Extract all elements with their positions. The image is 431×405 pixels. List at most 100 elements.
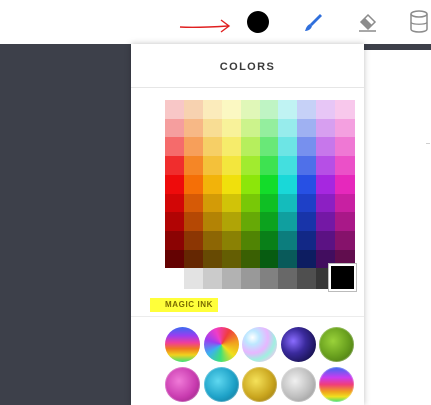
selected-color-swatch[interactable] — [329, 264, 356, 291]
color-swatch[interactable] — [202, 137, 223, 157]
color-swatch[interactable] — [202, 230, 223, 251]
gray-swatch[interactable] — [183, 268, 204, 289]
color-swatch[interactable] — [259, 212, 279, 232]
color-swatch[interactable] — [316, 100, 336, 120]
color-swatch[interactable] — [183, 212, 204, 232]
color-swatch[interactable] — [202, 174, 223, 195]
color-swatch[interactable] — [278, 174, 298, 195]
color-swatch[interactable] — [335, 100, 355, 120]
color-swatch[interactable] — [221, 230, 242, 251]
gold-glitter-ink-icon[interactable] — [242, 367, 277, 402]
color-swatch[interactable] — [297, 174, 317, 195]
color-swatch[interactable] — [165, 137, 185, 157]
color-swatch[interactable] — [278, 100, 298, 120]
color-swatch[interactable] — [221, 137, 242, 157]
color-swatch[interactable] — [335, 212, 355, 232]
color-swatch[interactable] — [221, 249, 242, 269]
holographic-ink-icon[interactable] — [242, 327, 277, 362]
rainbow-swirl-ink-icon[interactable] — [204, 327, 239, 362]
color-swatch[interactable] — [240, 100, 261, 120]
color-swatch[interactable] — [183, 118, 204, 138]
green-glitter-ink-icon[interactable] — [319, 327, 354, 362]
color-swatch[interactable] — [183, 137, 204, 157]
color-swatch[interactable] — [297, 193, 317, 213]
color-swatch[interactable] — [183, 174, 204, 195]
eraser-icon[interactable] — [356, 11, 378, 33]
gray-swatch[interactable] — [297, 268, 317, 289]
color-swatch[interactable] — [221, 118, 242, 138]
color-swatch[interactable] — [259, 118, 279, 138]
color-swatch[interactable] — [240, 249, 261, 269]
color-swatch[interactable] — [183, 100, 204, 120]
color-swatch[interactable] — [297, 212, 317, 232]
color-swatch[interactable] — [240, 174, 261, 195]
color-swatch[interactable] — [278, 193, 298, 213]
gray-swatch[interactable] — [240, 268, 261, 289]
color-swatch[interactable] — [335, 156, 355, 176]
color-swatch[interactable] — [240, 212, 261, 232]
color-swatch[interactable] — [240, 156, 261, 176]
color-swatch[interactable] — [259, 100, 279, 120]
color-swatch[interactable] — [316, 118, 336, 138]
color-swatch[interactable] — [183, 249, 204, 269]
color-swatch[interactable] — [335, 118, 355, 138]
color-swatch[interactable] — [221, 100, 242, 120]
color-swatch[interactable] — [221, 156, 242, 176]
gray-swatch[interactable] — [278, 268, 298, 289]
color-swatch[interactable] — [259, 137, 279, 157]
color-swatch[interactable] — [259, 230, 279, 251]
color-swatch[interactable] — [165, 230, 185, 251]
color-swatch[interactable] — [240, 193, 261, 213]
pink-glitter-ink-icon[interactable] — [165, 367, 200, 402]
color-swatch[interactable] — [316, 230, 336, 251]
color-swatch[interactable] — [297, 118, 317, 138]
color-swatch[interactable] — [165, 174, 185, 195]
gray-swatch[interactable] — [165, 268, 185, 289]
color-swatch[interactable] — [297, 230, 317, 251]
color-swatch[interactable] — [221, 193, 242, 213]
color-swatch[interactable] — [278, 249, 298, 269]
color-swatch[interactable] — [240, 118, 261, 138]
teal-glitter-ink-icon[interactable] — [204, 367, 239, 402]
color-swatch[interactable] — [297, 156, 317, 176]
color-swatch[interactable] — [335, 230, 355, 251]
color-swatch[interactable] — [297, 249, 317, 269]
color-swatch[interactable] — [240, 137, 261, 157]
color-swatch[interactable] — [183, 156, 204, 176]
color-swatch[interactable] — [165, 193, 185, 213]
silver-glitter-ink-icon[interactable] — [281, 367, 316, 402]
color-swatch[interactable] — [202, 193, 223, 213]
color-swatch[interactable] — [316, 156, 336, 176]
galaxy-ink-icon[interactable] — [281, 327, 316, 362]
color-swatch[interactable] — [221, 174, 242, 195]
color-swatch[interactable] — [165, 156, 185, 176]
gray-swatch[interactable] — [221, 268, 242, 289]
color-swatch[interactable] — [165, 212, 185, 232]
color-swatch[interactable] — [259, 156, 279, 176]
color-swatch[interactable] — [278, 118, 298, 138]
rainbow-ink-icon[interactable] — [165, 327, 200, 362]
color-swatch[interactable] — [278, 212, 298, 232]
brush-icon[interactable] — [302, 11, 324, 33]
color-swatch[interactable] — [259, 249, 279, 269]
color-swatch[interactable] — [278, 137, 298, 157]
gray-swatch[interactable] — [259, 268, 279, 289]
color-swatch[interactable] — [316, 137, 336, 157]
color-swatch[interactable] — [165, 249, 185, 269]
color-swatch[interactable] — [335, 137, 355, 157]
color-swatch[interactable] — [316, 174, 336, 195]
color-dot-icon[interactable] — [247, 11, 269, 33]
color-swatch[interactable] — [297, 137, 317, 157]
color-swatch[interactable] — [259, 193, 279, 213]
color-swatch[interactable] — [335, 174, 355, 195]
color-swatch[interactable] — [165, 100, 185, 120]
color-swatch[interactable] — [259, 174, 279, 195]
color-swatch[interactable] — [297, 100, 317, 120]
gray-swatch[interactable] — [202, 268, 223, 289]
color-swatch[interactable] — [335, 193, 355, 213]
paint-bucket-icon[interactable] — [408, 9, 430, 35]
rainbow-glitter-ink-icon[interactable] — [319, 367, 354, 402]
color-swatch[interactable] — [202, 212, 223, 232]
color-swatch[interactable] — [316, 193, 336, 213]
color-swatch[interactable] — [202, 118, 223, 138]
